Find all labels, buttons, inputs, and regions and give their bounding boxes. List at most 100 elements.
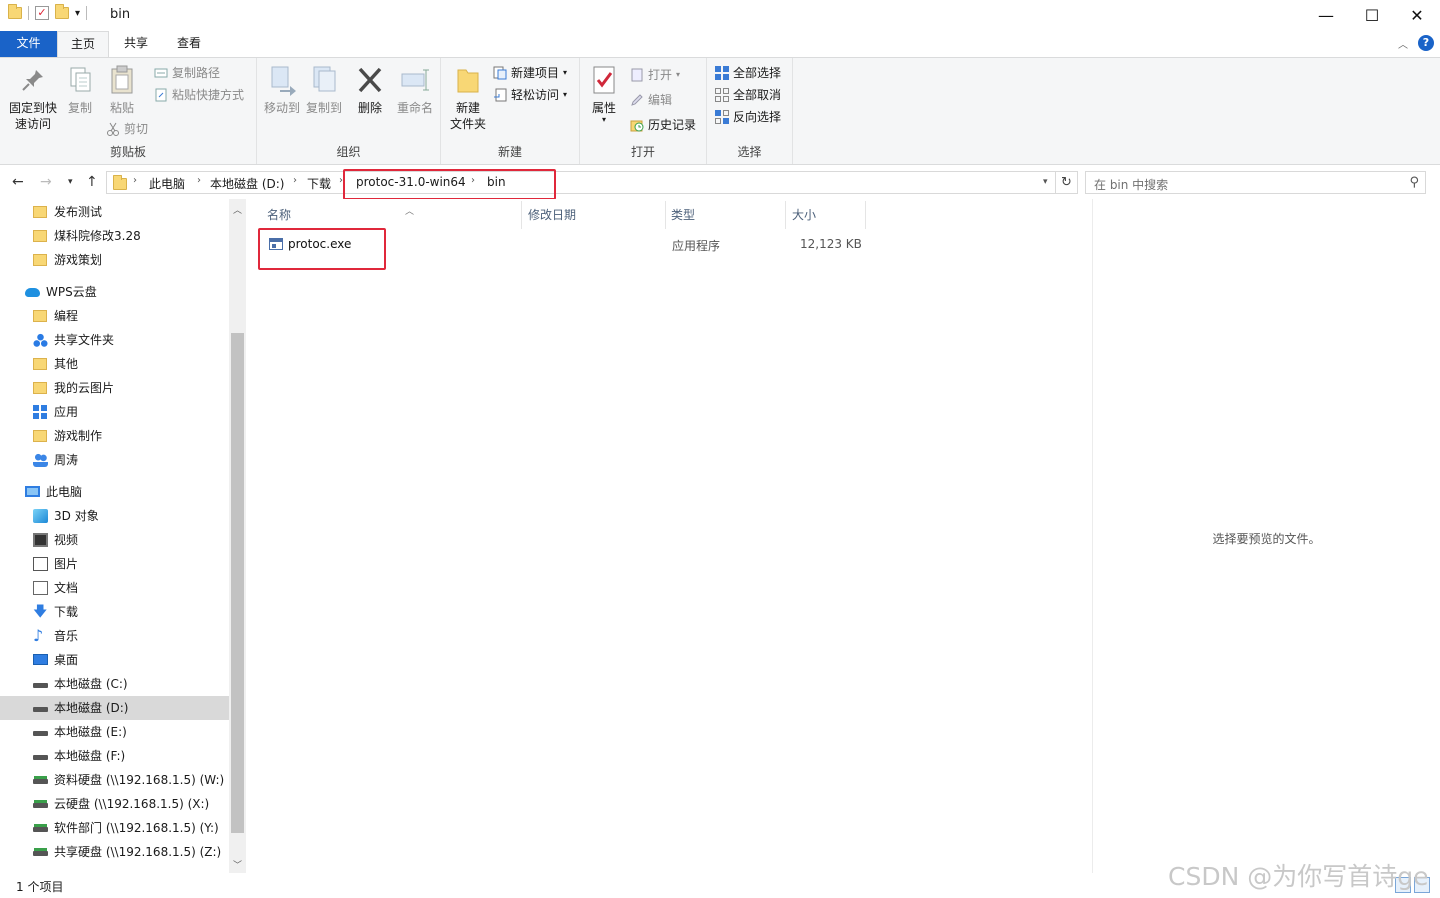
paste-shortcut-button[interactable]: 粘贴快捷方式	[154, 85, 244, 105]
sidebar-item[interactable]: 游戏策划	[0, 248, 229, 272]
tab-home[interactable]: 主页	[57, 31, 109, 57]
watermark: CSDN @为你写首诗ge	[1168, 862, 1429, 891]
sidebar-item[interactable]: 此电脑	[0, 480, 229, 504]
sidebar-item[interactable]: 共享硬盘 (\\192.168.1.5) (Z:)	[0, 840, 229, 864]
sidebar-item[interactable]: 视频	[0, 528, 229, 552]
sidebar-item[interactable]: 发布测试	[0, 200, 229, 224]
pin-quick-access-button[interactable]: 固定到快 速访问	[6, 64, 60, 132]
sidebar-item[interactable]: 本地磁盘 (E:)	[0, 720, 229, 744]
easy-access-button[interactable]: 轻松访问 ▾	[493, 85, 567, 105]
sidebar-item[interactable]: 游戏制作	[0, 424, 229, 448]
recent-locations-icon[interactable]: ▾	[68, 177, 73, 187]
address-dropdown-icon[interactable]: ▾	[1043, 177, 1048, 187]
tab-share[interactable]: 共享	[112, 31, 160, 57]
sidebar-item[interactable]: WPS云盘	[0, 280, 229, 304]
column-separator[interactable]	[665, 201, 666, 229]
sidebar-item[interactable]: 其他	[0, 352, 229, 376]
sidebar-item[interactable]: 周涛	[0, 448, 229, 472]
copy-to-button[interactable]: 复制到	[303, 64, 345, 116]
delete-button[interactable]: 删除	[353, 64, 387, 116]
paste-shortcut-label: 粘贴快捷方式	[172, 88, 245, 102]
maximize-button[interactable]: ☐	[1349, 0, 1395, 31]
sidebar-item[interactable]: 本地磁盘 (C:)	[0, 672, 229, 696]
breadcrumb-drive-d[interactable]: 本地磁盘 (D:)	[210, 175, 284, 192]
sidebar-item-label: 我的云图片	[54, 381, 115, 395]
customize-quick-access-icon[interactable]: ▾	[75, 8, 80, 19]
column-separator[interactable]	[521, 201, 522, 229]
scroll-up-icon[interactable]: ︿	[229, 203, 246, 216]
copy-to-label: 复制到	[305, 101, 342, 115]
tab-file[interactable]: 文件	[0, 31, 57, 57]
refresh-button[interactable]: ↻	[1056, 171, 1078, 194]
folder-icon	[33, 254, 47, 266]
select-none-icon	[715, 88, 729, 102]
address-bar[interactable]: › 此电脑 › 本地磁盘 (D:) › 下载 › protoc-31.0-win…	[106, 171, 1056, 194]
history-button[interactable]: 历史记录	[630, 115, 696, 135]
move-to-button[interactable]: 移动到	[261, 64, 303, 116]
folder-icon	[33, 310, 47, 322]
forward-icon[interactable]: →	[40, 174, 52, 190]
select-none-button[interactable]: 全部取消	[715, 85, 781, 105]
properties-button[interactable]: 属性 ▾	[586, 64, 622, 124]
move-to-label: 移动到	[263, 101, 300, 115]
nav-scrollbar-thumb[interactable]	[231, 333, 244, 833]
help-area: ︿ ?	[1398, 35, 1434, 51]
up-icon[interactable]: ↑	[86, 174, 98, 190]
tab-view[interactable]: 查看	[163, 31, 215, 57]
open-button[interactable]: 打开 ▾	[630, 65, 680, 85]
sidebar-item[interactable]: ♪ 音乐	[0, 624, 229, 648]
sidebar-item[interactable]: 软件部门 (\\192.168.1.5) (Y:)	[0, 816, 229, 840]
column-name[interactable]: 名称 ︿	[267, 206, 414, 228]
select-none-label: 全部取消	[733, 88, 782, 102]
edit-button[interactable]: 编辑	[630, 90, 672, 110]
breadcrumb-this-pc[interactable]: 此电脑	[149, 175, 185, 192]
delete-label: 删除	[357, 101, 382, 115]
sidebar-item[interactable]: 应用	[0, 400, 229, 424]
minimize-button[interactable]: —	[1303, 0, 1349, 31]
select-all-button[interactable]: 全部选择	[715, 63, 781, 83]
sidebar-item[interactable]: 云硬盘 (\\192.168.1.5) (X:)	[0, 792, 229, 816]
sidebar-item[interactable]: 煤科院修改3.28	[0, 224, 229, 248]
column-separator[interactable]	[785, 201, 786, 229]
sidebar-item-label: 本地磁盘 (C:)	[54, 677, 128, 691]
help-icon[interactable]: ?	[1418, 35, 1434, 51]
sidebar-item[interactable]: 共享文件夹	[0, 328, 229, 352]
sidebar-item[interactable]: 图片	[0, 552, 229, 576]
sidebar-item[interactable]: 本地磁盘 (D:)	[0, 696, 229, 720]
preview-pane: 选择要预览的文件。	[1092, 199, 1440, 873]
new-folder-button[interactable]: 新建 文件夹	[447, 64, 489, 132]
search-icon[interactable]: ⚲	[1409, 175, 1419, 190]
search-input[interactable]: 在 bin 中搜索 ⚲	[1085, 171, 1426, 194]
ribbon-tabs: 文件 主页 共享 查看 ︿ ?	[0, 31, 1440, 57]
cut-button[interactable]: 剪切	[106, 119, 148, 139]
paste-button[interactable]: 粘贴	[104, 64, 140, 116]
close-button[interactable]: ✕	[1394, 0, 1440, 31]
new-folder-icon[interactable]	[55, 4, 69, 19]
scroll-down-icon[interactable]: ﹀	[229, 858, 246, 871]
sidebar-item[interactable]: 编程	[0, 304, 229, 328]
folder-icon	[33, 230, 47, 242]
back-icon[interactable]: ←	[12, 174, 24, 190]
column-modified[interactable]: 修改日期	[528, 206, 576, 228]
copy-button[interactable]: 复制	[62, 64, 98, 116]
breadcrumb-downloads[interactable]: 下载	[307, 175, 331, 192]
column-separator[interactable]	[865, 201, 866, 229]
new-item-button[interactable]: 新建项目 ▾	[493, 63, 567, 83]
column-type[interactable]: 类型	[671, 206, 695, 228]
copy-path-button[interactable]: 复制路径	[154, 63, 220, 83]
column-size[interactable]: 大小	[792, 206, 816, 228]
collapse-ribbon-icon[interactable]: ︿	[1398, 36, 1408, 51]
sidebar-item[interactable]: 资料硬盘 (\\192.168.1.5) (W:)	[0, 768, 229, 792]
sidebar-item[interactable]: 本地磁盘 (F:)	[0, 744, 229, 768]
invert-selection-button[interactable]: 反向选择	[715, 107, 781, 127]
sidebar-item[interactable]: 文档	[0, 576, 229, 600]
sidebar-item[interactable]: 🡇 下载	[0, 600, 229, 624]
3d-objects-icon	[33, 509, 48, 523]
folder-icon	[33, 382, 47, 394]
sidebar-item[interactable]: 我的云图片	[0, 376, 229, 400]
properties-icon	[588, 64, 620, 96]
rename-button[interactable]: 重命名	[393, 64, 437, 116]
sidebar-item[interactable]: 桌面	[0, 648, 229, 672]
properties-icon[interactable]: ✓	[35, 6, 49, 20]
sidebar-item[interactable]: 3D 对象	[0, 504, 229, 528]
